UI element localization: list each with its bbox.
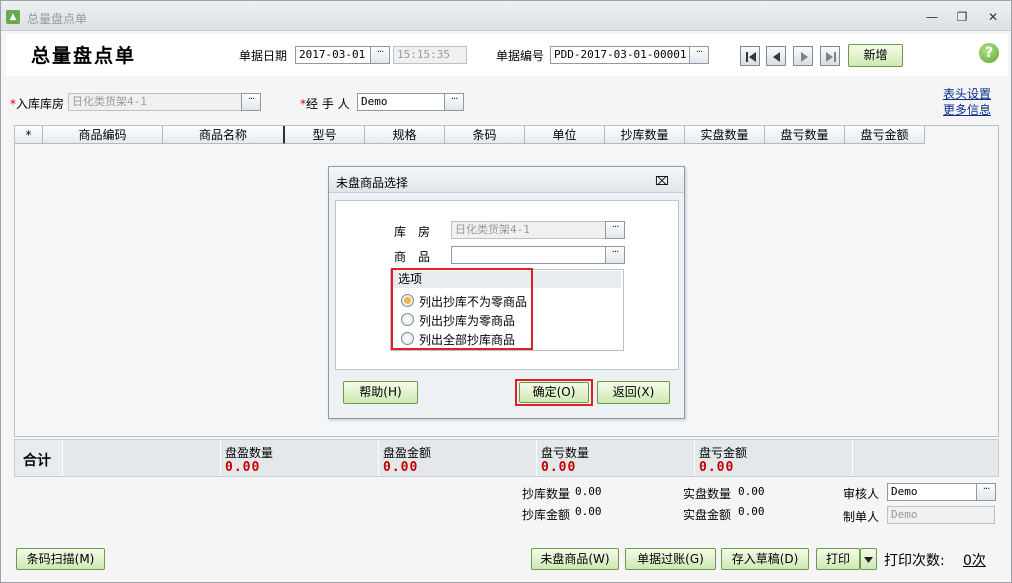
actual-amount-value: 0.00 <box>738 505 765 518</box>
grid-header-loss-amount[interactable]: 盘亏金额 <box>845 126 925 144</box>
docno-field[interactable]: PDD-2017-03-01-00001 <box>550 46 690 64</box>
uncounted-items-button[interactable]: 未盘商品(W) <box>531 548 619 570</box>
title-bar: ▲ 总量盘点单 — ❐ ✕ <box>1 1 1011 31</box>
summary-loss-amount: 盘亏金额 0.00 <box>695 440 853 476</box>
copy-amount-label: 抄库金额 <box>522 508 571 522</box>
copy-qty-value: 0.00 <box>575 485 602 498</box>
grid-header-copy-qty[interactable]: 抄库数量 <box>605 126 685 144</box>
actual-amount-label: 实盘金额 <box>683 508 732 522</box>
summary-loss-qty-value: 0.00 <box>541 460 577 475</box>
dialog-product-field[interactable] <box>451 246 606 264</box>
dialog-back-button[interactable]: 返回(X) <box>597 381 670 404</box>
prev-icon <box>773 52 780 62</box>
dialog-warehouse-lookup-button[interactable]: ··· <box>605 221 625 239</box>
next-icon <box>801 52 808 62</box>
maker-field: Demo <box>887 506 995 524</box>
close-icon[interactable]: ✕ <box>985 10 1001 24</box>
maker-label: 制单人 <box>843 510 880 524</box>
warehouse-label: *入库库房 <box>10 97 65 111</box>
dialog-warehouse-field: 日化类货架4-1 <box>451 221 606 239</box>
restore-icon[interactable]: ❐ <box>954 10 970 24</box>
dialog-help-button[interactable]: 帮助(H) <box>343 381 418 404</box>
summary-loss-amount-value: 0.00 <box>699 460 735 475</box>
grid-header-code[interactable]: 商品编码 <box>43 126 163 144</box>
actual-qty-value: 0.00 <box>738 485 765 498</box>
help-icon[interactable]: ? <box>979 43 999 63</box>
uncounted-items-dialog: 未盘商品选择 ⌧ 库 房 日化类货架4-1 ··· 商 品 ··· 选项 列出抄… <box>328 166 685 419</box>
warehouse-lookup-button[interactable]: ··· <box>241 93 261 111</box>
copy-amount-value: 0.00 <box>575 505 602 518</box>
docno-lookup-button[interactable]: ··· <box>689 46 709 64</box>
dialog-title: 未盘商品选择 <box>336 176 409 190</box>
page-title: 总量盘点单 <box>31 45 137 67</box>
summary-gain-qty: 盘盈数量 0.00 <box>221 440 379 476</box>
summary-loss-qty: 盘亏数量 0.00 <box>537 440 695 476</box>
dialog-ok-button[interactable]: 确定(O) <box>519 382 589 403</box>
options-highlight-box <box>391 268 533 350</box>
print-count-label: 打印次数: <box>884 553 945 569</box>
warehouse-field: 日化类货架4-1 <box>68 93 242 111</box>
summary-loss-qty-label: 盘亏数量 <box>541 446 590 460</box>
last-record-button[interactable] <box>820 46 840 66</box>
prev-record-button[interactable] <box>766 46 786 66</box>
minimize-icon[interactable]: — <box>924 10 940 24</box>
grid-header-name[interactable]: 商品名称 <box>163 126 285 144</box>
dialog-product-lookup-button[interactable]: ··· <box>605 246 625 264</box>
main-window: ▲ 总量盘点单 — ❐ ✕ 总量盘点单 单据日期 2017-03-01 ··· … <box>0 0 1012 583</box>
save-draft-button[interactable]: 存入草稿(D) <box>721 548 809 570</box>
next-record-button[interactable] <box>793 46 813 66</box>
summary-gain-amount-value: 0.00 <box>383 460 419 475</box>
last-icon <box>826 52 836 62</box>
dialog-body: 库 房 日化类货架4-1 ··· 商 品 ··· 选项 列出抄库不为零商品 列出… <box>335 200 679 370</box>
chevron-down-icon <box>864 557 873 563</box>
auditor-lookup-button[interactable]: ··· <box>976 483 996 501</box>
more-info-link[interactable]: 更多信息 <box>943 101 991 118</box>
grid-header-barcode[interactable]: 条码 <box>445 126 525 144</box>
grid-header-loss-qty[interactable]: 盘亏数量 <box>765 126 845 144</box>
summary-total-cell: 合计 <box>15 440 63 476</box>
actual-qty-label: 实盘数量 <box>683 487 732 501</box>
first-icon <box>746 52 756 62</box>
grid-header-model[interactable]: 型号 <box>285 126 365 144</box>
barcode-scan-button[interactable]: 条码扫描(M) <box>16 548 105 570</box>
header-settings-link[interactable]: 表头设置 <box>943 85 991 102</box>
docno-label: 单据编号 <box>496 49 545 63</box>
handler-lookup-button[interactable]: ··· <box>444 93 464 111</box>
dialog-title-bar: 未盘商品选择 ⌧ <box>329 167 684 193</box>
window-title: 总量盘点单 <box>27 12 88 26</box>
summary-gain-qty-value: 0.00 <box>225 460 261 475</box>
date-picker-button[interactable]: ··· <box>370 46 390 64</box>
grid-header-unit[interactable]: 单位 <box>525 126 605 144</box>
print-button[interactable]: 打印 <box>816 548 860 570</box>
auditor-label: 审核人 <box>843 487 880 501</box>
grid-header-actual-qty[interactable]: 实盘数量 <box>685 126 765 144</box>
date-field[interactable]: 2017-03-01 <box>295 46 371 64</box>
auditor-field[interactable]: Demo <box>887 483 977 501</box>
summary-gain-amount-label: 盘盈金额 <box>383 446 432 460</box>
handler-label: *经 手 人 <box>300 97 350 111</box>
summary-row: 合计 盘盈数量 0.00 盘盈金额 0.00 盘亏数量 0.00 盘亏金额 0.… <box>14 439 999 477</box>
copy-qty-label: 抄库数量 <box>522 487 571 501</box>
print-count-value: 0次 <box>963 553 986 569</box>
summary-gain-amount: 盘盈金额 0.00 <box>379 440 537 476</box>
summary-gain-qty-label: 盘盈数量 <box>225 446 274 460</box>
summary-total-label: 合计 <box>23 453 51 469</box>
time-field: 15:15:35 <box>393 46 467 64</box>
app-icon: ▲ <box>6 10 20 24</box>
first-record-button[interactable] <box>740 46 760 66</box>
post-document-button[interactable]: 单据过账(G) <box>625 548 716 570</box>
grid-header-spec[interactable]: 规格 <box>365 126 445 144</box>
summary-loss-amount-label: 盘亏金额 <box>699 446 748 460</box>
date-label: 单据日期 <box>239 49 288 63</box>
dialog-close-icon[interactable]: ⌧ <box>655 174 669 188</box>
dialog-warehouse-label: 库 房 <box>394 225 431 239</box>
dialog-product-label: 商 品 <box>394 250 431 264</box>
new-button[interactable]: 新增 <box>848 44 903 67</box>
print-dropdown-button[interactable] <box>860 548 877 570</box>
grid-header-marker: * <box>15 126 43 144</box>
handler-field[interactable]: Demo <box>357 93 445 111</box>
summary-blank-cell <box>63 440 221 476</box>
